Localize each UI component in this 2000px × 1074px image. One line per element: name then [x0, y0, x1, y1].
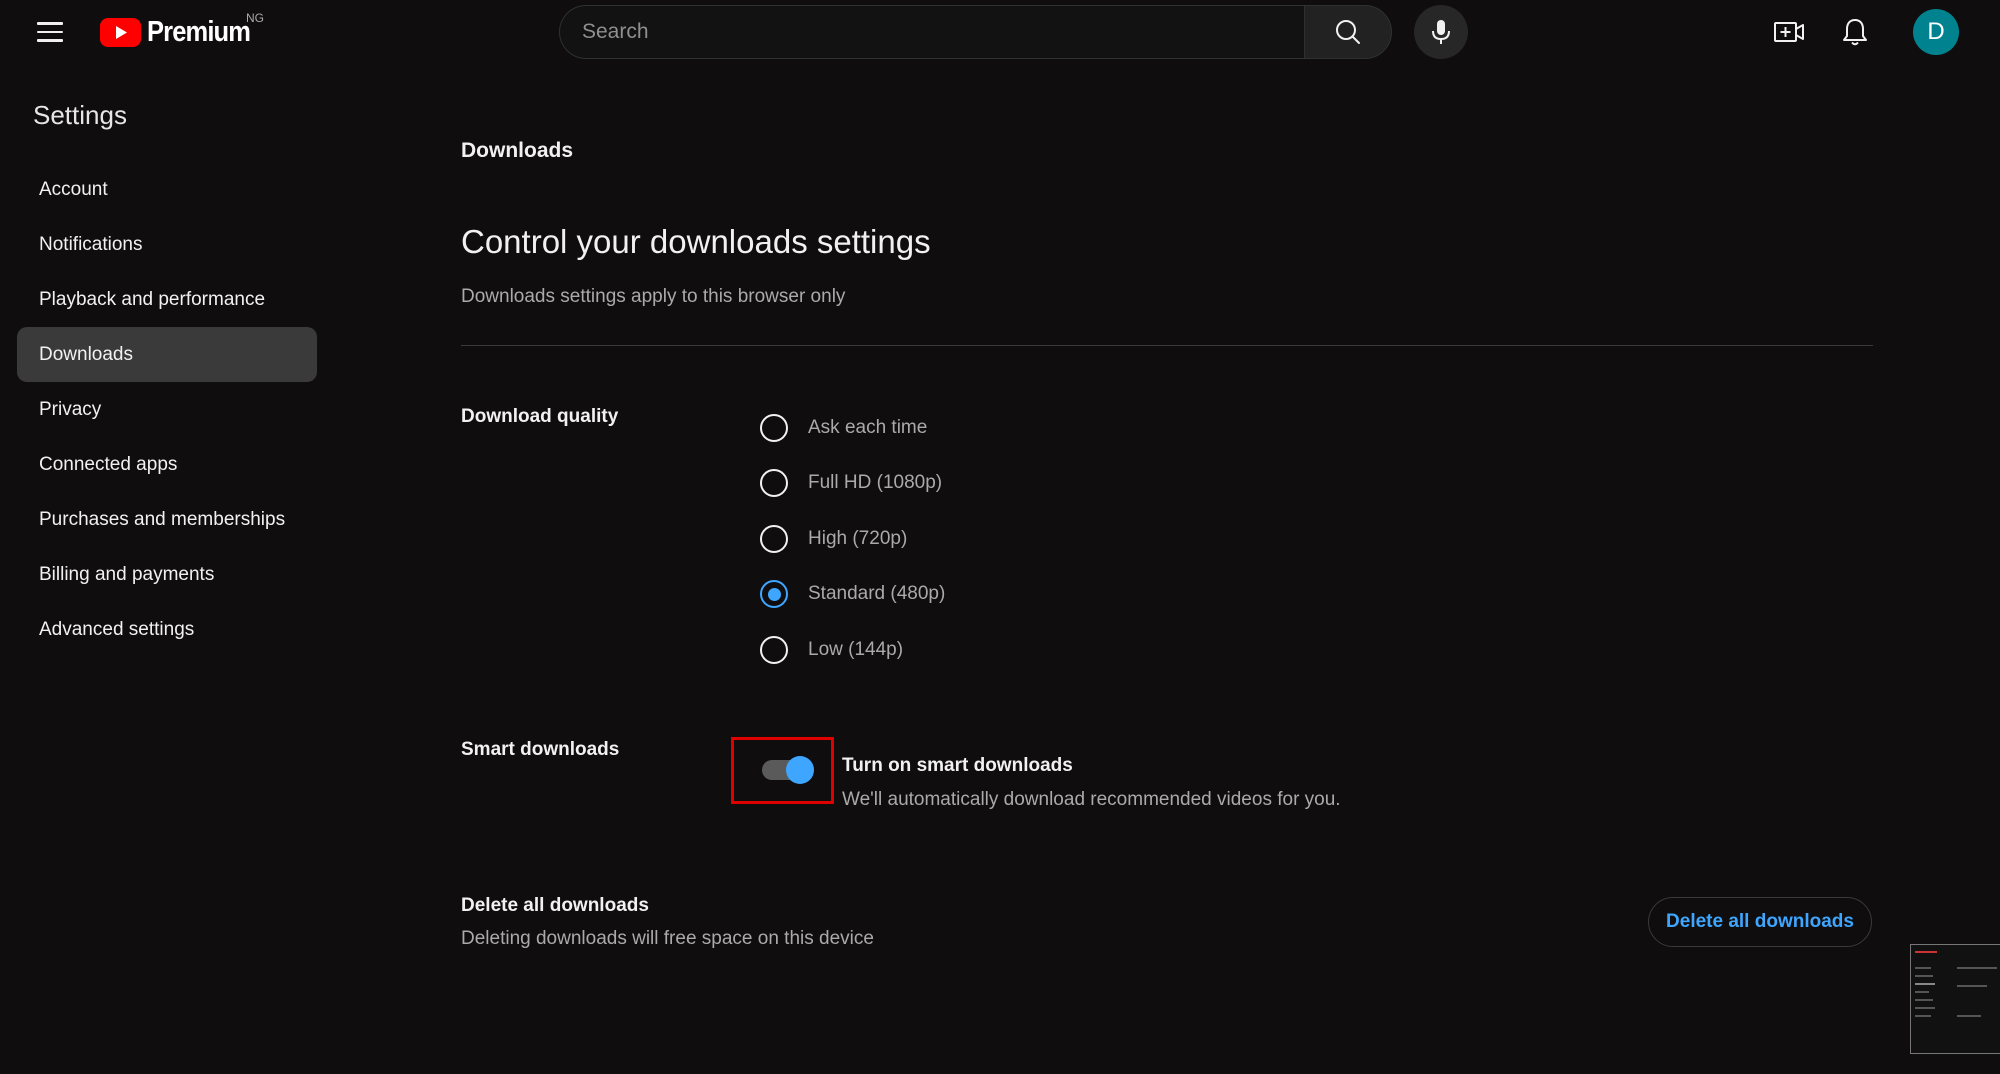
page-heading: Downloads	[461, 139, 574, 162]
page-subtitle: Downloads settings apply to this browser…	[461, 286, 846, 307]
quality-option-ask-each-time[interactable]: Ask each time	[760, 400, 945, 456]
smart-downloads-toggle[interactable]	[762, 756, 814, 784]
radio-button[interactable]	[760, 413, 788, 442]
delete-all-downloads-description: Deleting downloads will free space on th…	[461, 928, 874, 949]
sidebar-item-purchases-and-memberships[interactable]: Purchases and memberships	[17, 492, 317, 547]
logo-text: Premium	[147, 16, 251, 48]
youtube-premium-logo[interactable]: Premium	[100, 16, 264, 49]
search-button[interactable]	[1304, 5, 1392, 59]
quality-option-label: Standard (480p)	[808, 583, 946, 605]
avatar[interactable]: D	[1913, 9, 1959, 55]
download-quality-options: Ask each time Full HD (1080p) High (720p…	[760, 400, 945, 678]
search-bar	[559, 5, 1392, 59]
quality-option-standard[interactable]: Standard (480p)	[760, 567, 945, 623]
search-input[interactable]	[559, 5, 1304, 59]
sidebar-item-billing-and-payments[interactable]: Billing and payments	[17, 547, 317, 602]
radio-button[interactable]	[760, 635, 788, 664]
microphone-icon	[1432, 20, 1450, 44]
sidebar-item-playback-and-performance[interactable]: Playback and performance	[17, 272, 317, 327]
radio-button[interactable]	[760, 524, 788, 553]
sidebar-item-privacy[interactable]: Privacy	[17, 382, 317, 437]
hamburger-menu-icon[interactable]	[30, 12, 70, 52]
quality-option-full-hd[interactable]: Full HD (1080p)	[760, 456, 945, 512]
settings-sidebar-nav: Account Notifications Playback and perfo…	[17, 162, 317, 657]
sidebar-item-notifications[interactable]: Notifications	[17, 217, 317, 272]
quality-option-label: Ask each time	[808, 416, 928, 438]
youtube-play-icon	[100, 18, 141, 47]
create-video-icon	[1774, 22, 1804, 42]
sidebar-item-connected-apps[interactable]: Connected apps	[17, 437, 317, 492]
create-button[interactable]	[1769, 12, 1809, 52]
delete-all-downloads-button[interactable]: Delete all downloads	[1648, 897, 1872, 947]
country-code: NG	[246, 11, 264, 25]
quality-option-label: Full HD (1080p)	[808, 472, 943, 494]
voice-search-button[interactable]	[1414, 5, 1468, 59]
quality-option-label: Low (144p)	[808, 638, 904, 660]
sidebar-item-downloads[interactable]: Downloads	[17, 327, 317, 382]
bell-icon	[1843, 19, 1867, 46]
quality-option-low[interactable]: Low (144p)	[760, 622, 945, 678]
settings-title: Settings	[33, 100, 127, 130]
quality-option-label: High (720p)	[808, 527, 908, 549]
page-preview-thumbnail	[1910, 944, 2000, 1054]
smart-downloads-description: We'll automatically download recommended…	[842, 789, 1341, 810]
page-title: Control your downloads settings	[461, 223, 931, 260]
smart-downloads-label: Smart downloads	[461, 739, 620, 760]
radio-button-selected[interactable]	[760, 580, 788, 609]
delete-all-downloads-label: Delete all downloads	[461, 895, 649, 916]
radio-button[interactable]	[760, 469, 788, 498]
smart-downloads-toggle-title: Turn on smart downloads	[842, 755, 1073, 776]
sidebar-item-account[interactable]: Account	[17, 162, 317, 217]
section-divider	[461, 345, 1873, 346]
top-bar: Premium NG D	[0, 0, 2000, 64]
quality-option-high[interactable]: High (720p)	[760, 511, 945, 567]
notifications-button[interactable]	[1835, 12, 1875, 52]
download-quality-label: Download quality	[461, 406, 619, 427]
sidebar-item-advanced-settings[interactable]: Advanced settings	[17, 602, 317, 657]
toggle-knob	[786, 756, 814, 784]
search-icon	[1336, 20, 1360, 44]
